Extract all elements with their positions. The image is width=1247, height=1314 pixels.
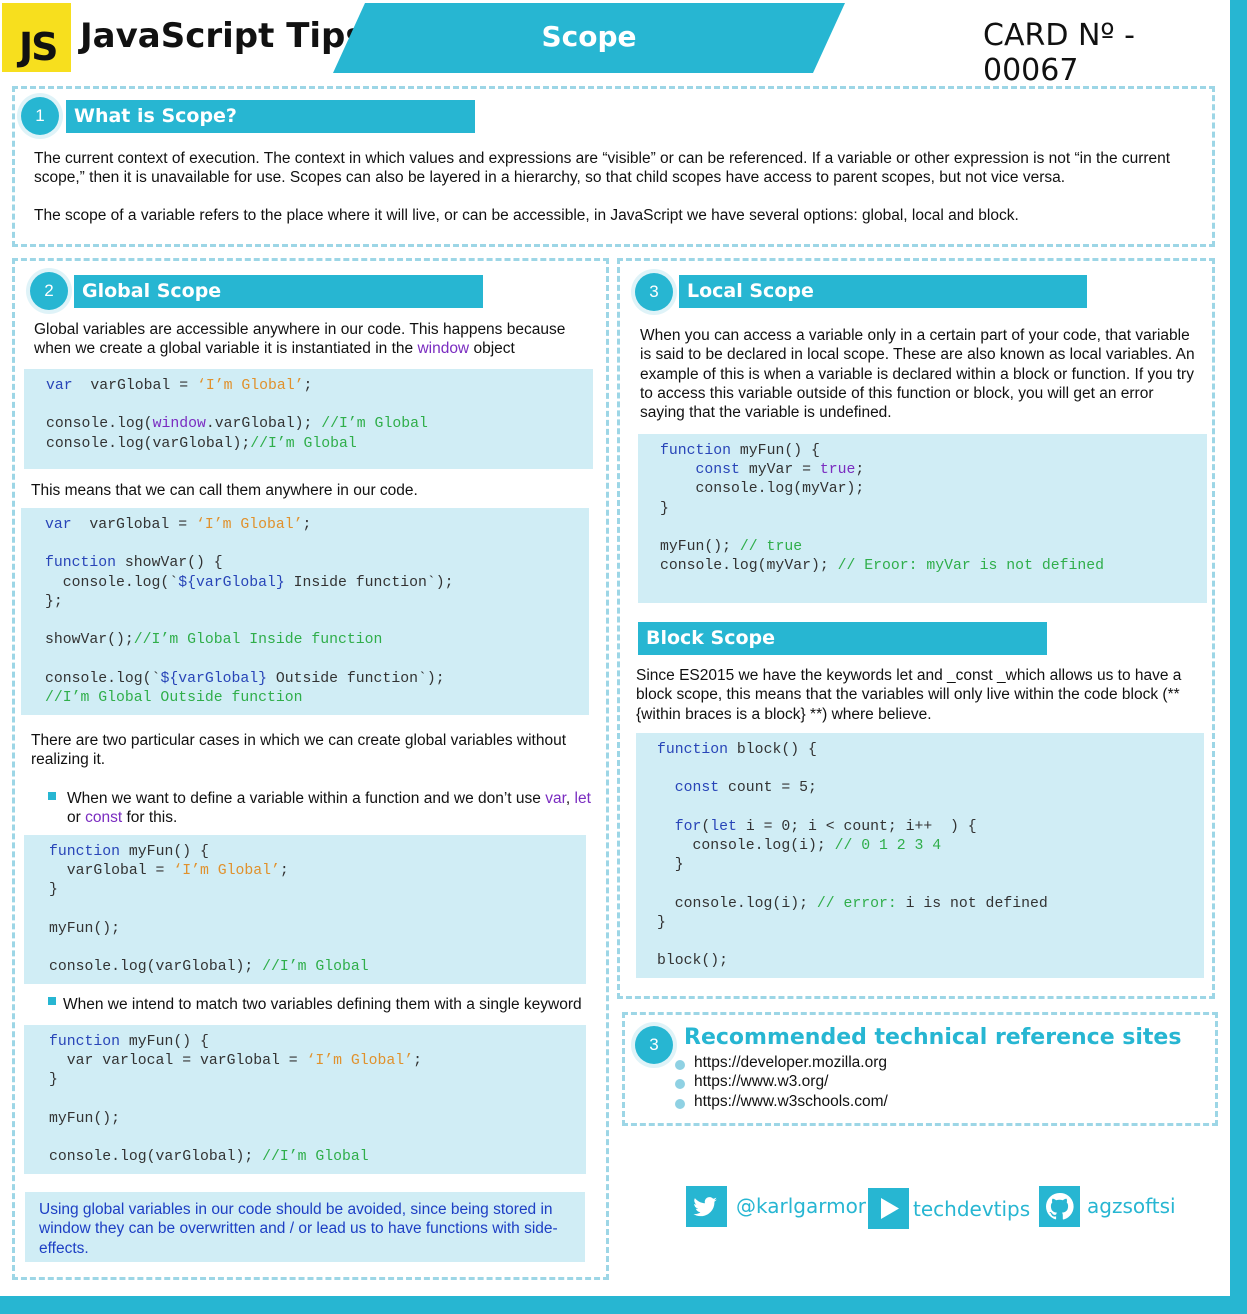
youtube-icon[interactable] [868,1188,909,1229]
references-title: Recommended technical reference sites [684,1025,1182,1050]
bullet-marker [48,792,56,800]
list-bullet [675,1079,685,1089]
twitter-handle[interactable]: @karlgarmor [736,1194,866,1218]
local-intro: When you can access a variable only in a… [640,327,1195,422]
code-block-local: function myFun() { const myVar = true; c… [638,434,1207,603]
link-w3schools[interactable]: https://www.w3schools.com/ [694,1093,888,1111]
brand-title: JavaScript Tips [80,16,366,56]
twitter-icon[interactable] [686,1186,727,1227]
section-number-3: 3 [635,273,673,311]
section-title-local-scope: Local Scope [679,275,1087,308]
github-handle[interactable]: agzsoftsi [1087,1194,1176,1218]
list-bullet [675,1060,685,1070]
case-1-text: When we want to define a variable within… [67,790,591,827]
section-title-global-scope: Global Scope [74,275,483,308]
global-anywhere-text: This means that we can call them anywher… [31,482,418,499]
global-intro: Global variables are accessible anywhere… [34,321,566,358]
case-2-text: When we intend to match two variables de… [63,996,582,1013]
global-warning-note: Using global variables in our code shoul… [25,1192,585,1262]
section-title-block-scope: Block Scope [638,622,1047,655]
section-number-3-refs: 3 [635,1026,673,1064]
github-icon[interactable] [1039,1186,1080,1227]
code-block-block-scope: function block() { const count = 5; for(… [636,733,1204,978]
code-text: function myFun() { varGlobal = ‘I’m Glob… [49,844,369,976]
window-keyword: window [417,340,470,358]
link-w3[interactable]: https://www.w3.org/ [694,1073,828,1091]
block-intro: Since ES2015 we have the keywords let an… [636,667,1182,723]
code-text: function myFun() { var varlocal = varGlo… [49,1034,422,1166]
list-bullet [675,1099,685,1109]
topic-title: Scope [541,20,637,53]
section-number-2: 2 [30,272,68,310]
code-block-global-1: var varGlobal = ‘I’m Global’; console.lo… [24,369,593,469]
global-cases-text: There are two particular cases in which … [31,732,567,769]
code-text: var varGlobal = ‘I’m Global’; console.lo… [46,378,428,452]
card-number: CARD Nº - 00067 [983,18,1135,88]
youtube-channel[interactable]: techdevtips [913,1197,1030,1221]
bullet-marker [48,997,56,1005]
code-text: var varGlobal = ‘I’m Global’; function s… [45,517,454,706]
code-block-global-4: function myFun() { var varlocal = varGlo… [24,1025,586,1174]
tip-card: JS JavaScript Tips Scope CARD Nº - 00067… [0,0,1230,1296]
section-number-1: 1 [21,97,59,135]
code-text: function myFun() { const myVar = true; c… [660,443,1104,575]
js-logo: JS [2,3,71,72]
code-text: function block() { const count = 5; for(… [657,742,1048,970]
code-block-global-2: var varGlobal = ‘I’m Global’; function s… [21,508,589,715]
section-title-what-is-scope: What is Scope? [66,100,475,133]
scope-definition: The current context of execution. The co… [34,150,1171,187]
link-mdn[interactable]: https://developer.mozilla.org [694,1054,887,1072]
code-block-global-3: function myFun() { varGlobal = ‘I’m Glob… [24,835,586,984]
scope-options: The scope of a variable refers to the pl… [34,207,1019,224]
topic-banner: Scope [333,3,845,73]
